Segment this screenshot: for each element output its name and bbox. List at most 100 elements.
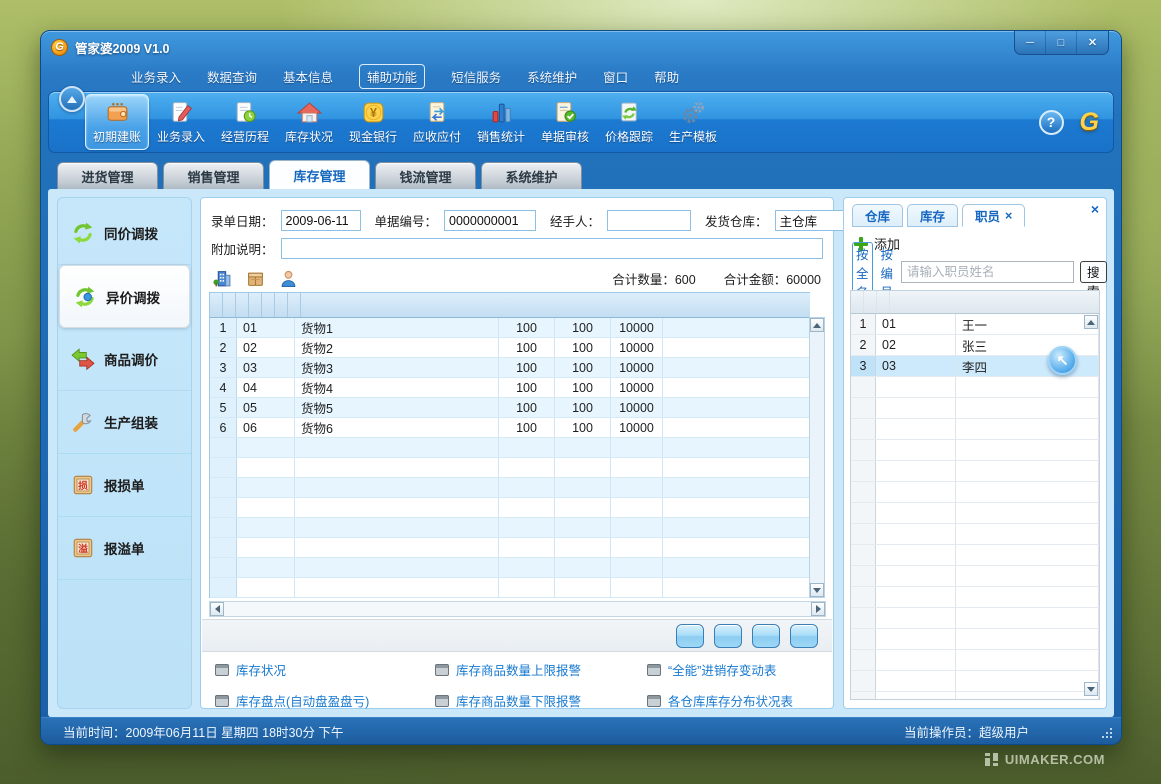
vertical-scrollbar[interactable] <box>809 317 825 598</box>
staff-row[interactable] <box>851 461 1099 482</box>
scroll-down-button[interactable] <box>810 583 824 597</box>
item-row[interactable] <box>210 578 810 598</box>
voucher-no-input[interactable] <box>444 210 536 231</box>
tab-close-icon[interactable]: × <box>1005 209 1012 223</box>
staff-row[interactable] <box>851 398 1099 419</box>
item-row[interactable] <box>210 558 810 578</box>
item-row[interactable] <box>210 538 810 558</box>
menu-basic-info[interactable]: 基本信息 <box>283 67 333 86</box>
tab-stock[interactable]: 库存 <box>907 204 958 227</box>
staff-row[interactable] <box>851 692 1099 700</box>
report-link[interactable]: 库存状况 <box>215 660 435 679</box>
menu-system[interactable]: 系统维护 <box>527 67 577 86</box>
item-row[interactable]: 6 06 货物6 100 100 10000 <box>210 418 810 438</box>
toolbar-item-business-history[interactable]: 经营历程 <box>213 94 277 150</box>
staff-row[interactable] <box>851 566 1099 587</box>
report-link[interactable]: 库存商品数量上限报警 <box>435 660 647 679</box>
building-icon[interactable] <box>213 269 232 288</box>
report-link[interactable]: “全能”进销存变动表 <box>647 660 825 679</box>
staff-row[interactable] <box>851 608 1099 629</box>
menu-data-query[interactable]: 数据查询 <box>207 67 257 86</box>
action-button[interactable] <box>676 624 704 648</box>
close-button[interactable]: ✕ <box>1077 31 1108 54</box>
staff-row[interactable] <box>851 440 1099 461</box>
menu-help[interactable]: 帮助 <box>654 67 679 86</box>
staff-code-cell <box>876 545 956 565</box>
tab-cashflow-mgmt[interactable]: 钱流管理 <box>375 162 476 189</box>
item-row[interactable]: 1 01 货物1 100 100 10000 <box>210 318 810 338</box>
report-link[interactable]: 库存盘点(自动盘盈盘亏) <box>215 691 435 710</box>
resize-grip[interactable] <box>1101 727 1113 739</box>
staff-row[interactable] <box>851 650 1099 671</box>
staff-row[interactable]: 1 01 王一 <box>851 314 1099 335</box>
staff-row[interactable] <box>851 524 1099 545</box>
tab-system-maint[interactable]: 系统维护 <box>481 162 582 189</box>
toolbar-item-production-template[interactable]: 生产模板 <box>661 94 725 150</box>
action-button[interactable] <box>714 624 742 648</box>
collapse-toolbar-button[interactable] <box>59 86 85 112</box>
toolbar-item-receivable-payable[interactable]: 应收应付 <box>405 94 469 150</box>
scroll-left-button[interactable] <box>210 602 224 616</box>
item-row[interactable] <box>210 438 810 458</box>
maximize-button[interactable]: □ <box>1046 31 1077 54</box>
toolbar-item-cash-bank[interactable]: ¥ 现金银行 <box>341 94 405 150</box>
sidebar-item-price-adjust[interactable]: 商品调价 <box>58 328 191 391</box>
tab-sales-mgmt[interactable]: 销售管理 <box>163 162 264 189</box>
toolbar-item-business-entry[interactable]: 业务录入 <box>149 94 213 150</box>
entry-date-input[interactable] <box>281 210 361 231</box>
tab-inventory-mgmt[interactable]: 库存管理 <box>269 160 370 189</box>
horizontal-scrollbar[interactable] <box>209 601 826 617</box>
menu-sms[interactable]: 短信服务 <box>451 67 501 86</box>
action-button[interactable] <box>790 624 818 648</box>
staff-row[interactable] <box>851 482 1099 503</box>
action-button[interactable] <box>752 624 780 648</box>
toolbar-item-price-tracking[interactable]: 价格跟踪 <box>597 94 661 150</box>
staff-row[interactable] <box>851 629 1099 650</box>
staff-row[interactable] <box>851 419 1099 440</box>
item-row[interactable] <box>210 498 810 518</box>
note-input[interactable] <box>281 238 823 259</box>
item-row[interactable]: 5 05 货物5 100 100 10000 <box>210 398 810 418</box>
item-row[interactable]: 4 04 货物4 100 100 10000 <box>210 378 810 398</box>
person-icon[interactable] <box>279 269 298 288</box>
help-button[interactable]: ? <box>1039 110 1064 135</box>
scroll-right-button[interactable] <box>811 602 825 616</box>
sidebar-item-overflow-report[interactable]: 溢 报溢单 <box>58 517 191 580</box>
sidebar-item-loss-report[interactable]: 损 报损单 <box>58 454 191 517</box>
report-link[interactable]: 各仓库库存分布状况表 <box>647 691 825 710</box>
item-row[interactable] <box>210 458 810 478</box>
toolbar-item-voucher-audit[interactable]: 单据审核 <box>533 94 597 150</box>
menu-auxiliary[interactable]: 辅助功能 <box>359 64 425 89</box>
sidebar-item-diff-price-transfer[interactable]: 异价调拨 <box>59 265 190 328</box>
staff-row[interactable] <box>851 503 1099 524</box>
toolbar-item-initial-setup[interactable]: 初期建账 <box>85 94 149 150</box>
toolbar-item-inventory-status[interactable]: 库存状况 <box>277 94 341 150</box>
staff-row[interactable] <box>851 671 1099 692</box>
item-row[interactable]: 3 03 货物3 100 100 10000 <box>210 358 810 378</box>
staff-search-input[interactable] <box>901 261 1074 283</box>
sidebar-item-production-assembly[interactable]: 生产组装 <box>58 391 191 454</box>
menu-business-entry[interactable]: 业务录入 <box>131 67 181 86</box>
staff-row[interactable] <box>851 377 1099 398</box>
menu-window[interactable]: 窗口 <box>603 67 628 86</box>
search-button[interactable]: 搜索 <box>1080 261 1107 283</box>
panel-close-icon[interactable]: × <box>1091 201 1099 217</box>
toolbar-item-sales-stats[interactable]: 销售统计 <box>469 94 533 150</box>
staff-row[interactable] <box>851 545 1099 566</box>
handler-input[interactable] <box>607 210 691 231</box>
tab-purchase-mgmt[interactable]: 进货管理 <box>57 162 158 189</box>
tab-warehouse[interactable]: 仓库 <box>852 204 903 227</box>
item-row[interactable] <box>210 478 810 498</box>
warehouse-input[interactable] <box>775 210 847 231</box>
tab-staff[interactable]: 职员 × <box>962 204 1025 227</box>
report-link[interactable]: 库存商品数量下限报警 <box>435 691 647 710</box>
item-row[interactable]: 2 02 货物2 100 100 10000 <box>210 338 810 358</box>
staff-scroll-down-button[interactable] <box>1084 682 1098 696</box>
minimize-button[interactable]: ─ <box>1015 31 1046 54</box>
package-icon[interactable] <box>246 269 265 288</box>
staff-scroll-up-button[interactable] <box>1084 315 1098 329</box>
item-row[interactable] <box>210 518 810 538</box>
staff-row[interactable] <box>851 587 1099 608</box>
scroll-up-button[interactable] <box>810 318 824 332</box>
sidebar-item-same-price-transfer[interactable]: 同价调拨 <box>58 202 191 265</box>
